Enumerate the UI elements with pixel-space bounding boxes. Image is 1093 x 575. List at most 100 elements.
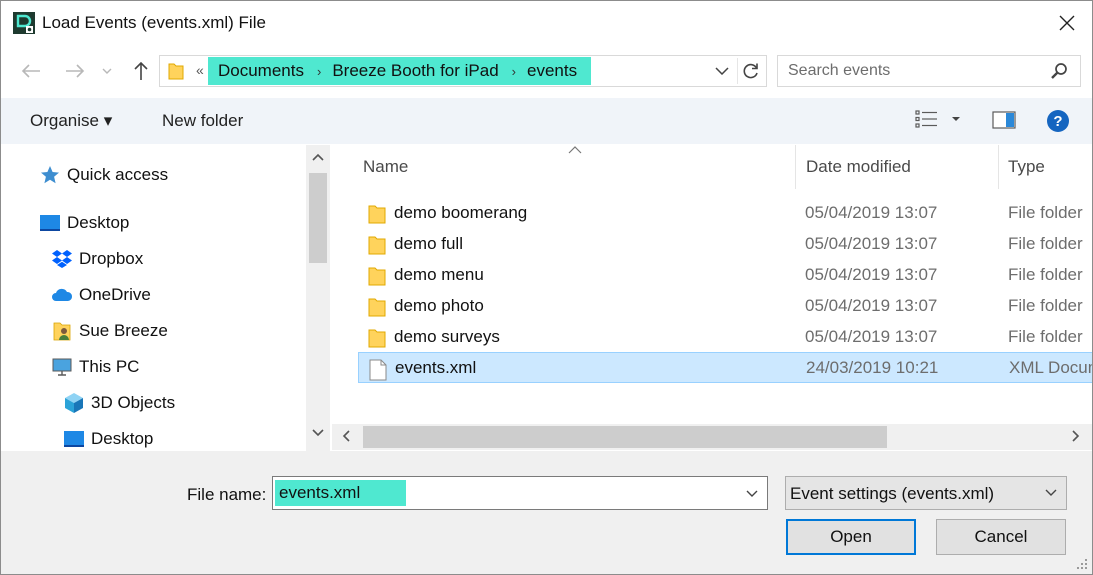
nav-item-quick-access[interactable]: Quick access	[39, 165, 168, 185]
back-button[interactable]	[17, 57, 45, 85]
address-bar[interactable]: « Documents › Breeze Booth for iPad › ev…	[159, 55, 767, 87]
folder-icon	[368, 298, 386, 317]
column-divider[interactable]	[795, 145, 796, 189]
star-icon	[41, 166, 59, 184]
address-dropdown-button[interactable]	[713, 61, 731, 81]
file-type-filter[interactable]: Event settings (events.xml)	[785, 476, 1067, 510]
nav-item-desktop[interactable]: Desktop	[39, 213, 129, 233]
search-icon[interactable]	[1050, 62, 1068, 80]
nav-scrollbar[interactable]	[306, 145, 330, 451]
file-row-demo-photo[interactable]: demo photo 05/04/2019 13:07 File folder	[358, 291, 1092, 322]
scroll-down-icon[interactable]	[312, 429, 324, 437]
search-box	[777, 55, 1081, 87]
recent-locations-button[interactable]	[97, 57, 117, 85]
scroll-up-icon[interactable]	[312, 153, 324, 161]
file-type: File folder	[1008, 296, 1083, 315]
folder-icon	[368, 267, 386, 286]
file-row-events-xml[interactable]: events.xml 24/03/2019 10:21 XML Document	[358, 352, 1092, 383]
file-type: File folder	[1008, 203, 1083, 222]
organise-button[interactable]: Organise ▾	[30, 111, 112, 131]
dropbox-icon	[52, 250, 72, 268]
nav-item-label: Quick access	[67, 165, 169, 184]
file-type: File folder	[1008, 234, 1083, 253]
document-icon	[369, 359, 387, 381]
open-button[interactable]: Open	[786, 519, 916, 555]
folder-icon	[368, 329, 386, 348]
close-button[interactable]	[1047, 7, 1087, 39]
up-button[interactable]	[127, 57, 155, 85]
nav-item-label: OneDrive	[79, 285, 151, 304]
help-icon[interactable]: ?	[1046, 109, 1070, 133]
file-type-filter-value: Event settings (events.xml)	[790, 484, 995, 503]
chevron-down-icon	[102, 68, 112, 74]
new-folder-button[interactable]: New folder	[162, 111, 243, 131]
column-divider[interactable]	[998, 145, 999, 189]
forward-button[interactable]	[61, 57, 89, 85]
refresh-button[interactable]	[737, 58, 763, 84]
file-row-demo-menu[interactable]: demo menu 05/04/2019 13:07 File folder	[358, 260, 1092, 291]
file-name: demo full	[394, 234, 463, 253]
breadcrumb-events[interactable]: events	[527, 61, 577, 81]
file-name: demo menu	[394, 265, 484, 284]
chevron-down-icon	[715, 67, 729, 75]
cancel-button[interactable]: Cancel	[936, 519, 1066, 555]
close-icon	[1059, 15, 1075, 31]
resize-grip-icon[interactable]	[1075, 557, 1089, 571]
overflow-chevron[interactable]: «	[196, 62, 204, 78]
cloud-icon	[52, 288, 73, 301]
nav-item-this-pc[interactable]: This PC	[51, 357, 139, 377]
chevron-down-icon	[1045, 489, 1057, 496]
nav-item-dropbox[interactable]: Dropbox	[51, 249, 143, 269]
arrow-left-icon	[21, 64, 40, 78]
view-dropdown-icon[interactable]	[951, 116, 961, 122]
arrow-right-icon	[66, 64, 85, 78]
search-input[interactable]	[788, 62, 1038, 80]
nav-item-desktop-pc[interactable]: Desktop	[63, 429, 153, 449]
file-date: 05/04/2019 13:07	[805, 327, 938, 346]
column-header-type[interactable]: Type	[1008, 145, 1045, 189]
computer-icon	[52, 358, 72, 376]
nav-item-user[interactable]: Sue Breeze	[51, 321, 168, 341]
nav-item-label: This PC	[79, 357, 140, 376]
column-header-name[interactable]: Name	[363, 145, 408, 189]
folder-icon	[368, 205, 386, 224]
file-row-demo-boomerang[interactable]: demo boomerang 05/04/2019 13:07 File fol…	[358, 198, 1092, 229]
column-header-date[interactable]: Date modified	[806, 145, 911, 189]
file-row-demo-full[interactable]: demo full 05/04/2019 13:07 File folder	[358, 229, 1092, 260]
breadcrumb-separator[interactable]: ›	[512, 64, 516, 79]
breadcrumb-separator[interactable]: ›	[317, 64, 321, 79]
file-date: 05/04/2019 13:07	[805, 296, 938, 315]
file-type: XML Document	[1009, 358, 1092, 377]
cube-icon	[65, 393, 83, 413]
folder-icon	[168, 63, 184, 80]
nav-item-3d-objects[interactable]: 3D Objects	[63, 393, 175, 413]
command-bar: Organise ▾ New folder	[1, 98, 1092, 144]
scroll-right-icon[interactable]	[1072, 430, 1080, 442]
file-list-hscrollbar[interactable]	[332, 424, 1092, 450]
desktop-icon	[64, 431, 84, 447]
file-type: File folder	[1008, 265, 1083, 284]
navigation-pane: Quick access Desktop Dropbox OneDrive Su…	[1, 145, 331, 451]
scroll-left-icon[interactable]	[342, 430, 350, 442]
scrollbar-thumb[interactable]	[309, 173, 327, 263]
file-name-combobox	[272, 476, 768, 510]
preview-pane-icon[interactable]	[992, 110, 1016, 130]
file-name: demo boomerang	[394, 203, 528, 222]
file-type: File folder	[1008, 327, 1083, 346]
scrollbar-thumb[interactable]	[363, 426, 887, 448]
nav-item-onedrive[interactable]: OneDrive	[51, 285, 151, 305]
breadcrumb: Documents › Breeze Booth for iPad › even…	[208, 57, 592, 85]
chevron-down-icon[interactable]	[745, 485, 759, 501]
sort-ascending-icon	[568, 146, 582, 154]
file-date: 05/04/2019 13:07	[805, 265, 938, 284]
nav-item-label: Desktop	[91, 429, 154, 448]
nav-item-label: Dropbox	[79, 249, 144, 268]
breadcrumb-breeze-booth[interactable]: Breeze Booth for iPad	[332, 61, 498, 81]
nav-item-label: Sue Breeze	[79, 321, 168, 340]
file-name-input[interactable]	[275, 480, 406, 506]
view-details-icon[interactable]	[915, 109, 939, 129]
refresh-icon	[743, 63, 758, 79]
file-row-demo-surveys[interactable]: demo surveys 05/04/2019 13:07 File folde…	[358, 322, 1092, 353]
window-title: Load Events (events.xml) File	[42, 13, 266, 32]
breadcrumb-documents[interactable]: Documents	[218, 61, 304, 81]
